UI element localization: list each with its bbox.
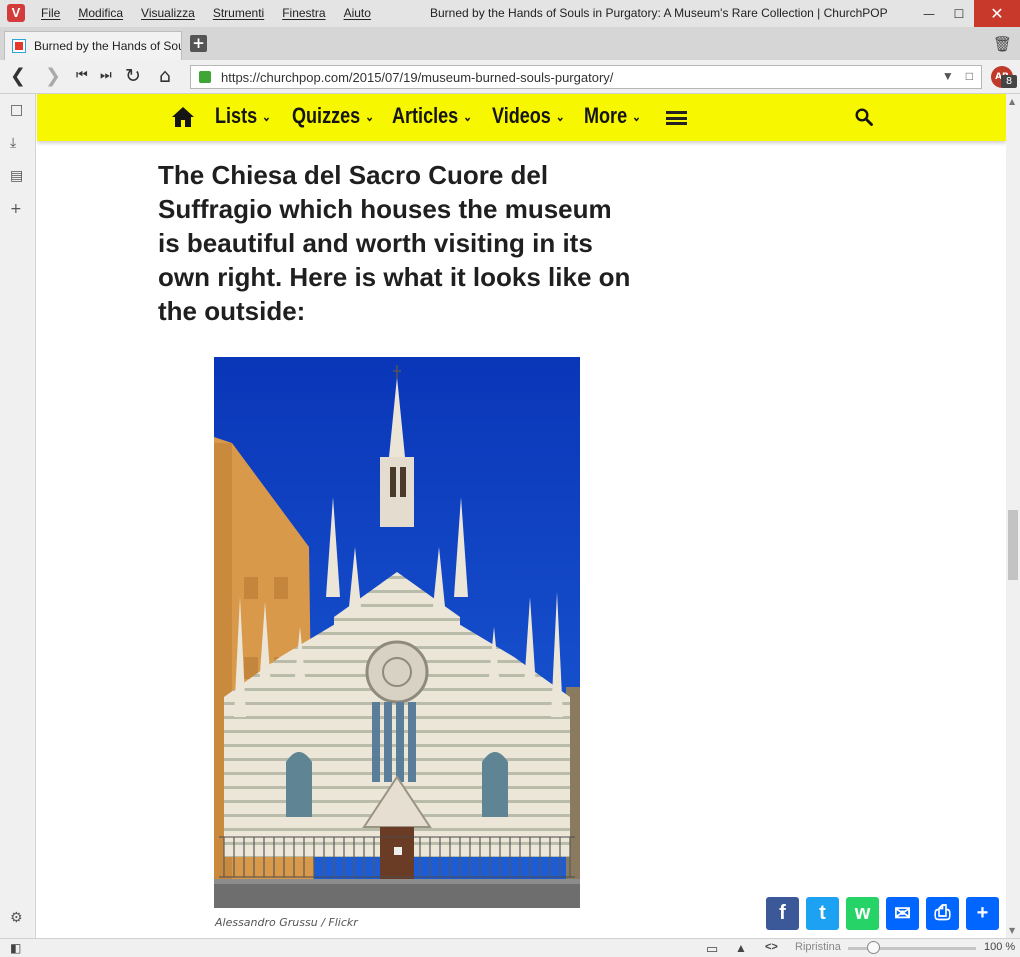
- scroll-down-icon[interactable]: ▼: [1009, 926, 1015, 935]
- facebook-share-button[interactable]: f: [766, 897, 799, 930]
- minimize-button[interactable]: —: [914, 0, 944, 27]
- extension-count-badge: 8: [1001, 75, 1017, 88]
- chevron-down-icon: ⌄: [262, 109, 271, 125]
- tab-bar: Burned by the Hands of Sou + 🗑: [0, 27, 1020, 60]
- notes-icon[interactable]: ▤: [10, 168, 23, 184]
- window-title-bar: V File Modifica Visualizza Strumenti Fin…: [0, 0, 1020, 27]
- nav-quizzes-label: Quizzes: [292, 103, 361, 128]
- menu-strumenti[interactable]: Strumenti: [213, 6, 264, 20]
- more-share-button[interactable]: +: [966, 897, 999, 930]
- nav-more[interactable]: More ⌄: [584, 103, 641, 129]
- twitter-share-button[interactable]: t: [806, 897, 839, 930]
- home-icon[interactable]: [171, 105, 195, 129]
- address-actions: ▼ □: [942, 69, 973, 83]
- vertical-scrollbar[interactable]: ▲ ▼: [1006, 94, 1020, 938]
- hamburger-menu-icon[interactable]: [666, 111, 687, 125]
- chevron-down-icon: ⌄: [365, 109, 375, 125]
- page-actions-icon[interactable]: <>: [765, 941, 778, 953]
- whatsapp-icon: w: [854, 902, 871, 924]
- window-controls: — ☐ ✕: [914, 0, 1020, 27]
- email-icon: ✉: [894, 903, 911, 925]
- zoom-reset-label[interactable]: Ripristina: [795, 941, 841, 953]
- reload-icon[interactable]: ↻: [125, 65, 141, 87]
- plus-icon: +: [976, 902, 989, 924]
- site-navigation-bar: Lists ⌄ Quizzes ⌄ Articles ⌄ Videos ⌄ More ⌄: [37, 94, 1006, 141]
- chevron-down-icon: ⌄: [463, 109, 473, 125]
- menu-visualizza[interactable]: Visualizza: [141, 6, 195, 20]
- article-subheading: The Chiesa del Sacro Cuore del Suffragio…: [158, 160, 631, 326]
- chevron-down-icon: ⌄: [632, 109, 641, 125]
- downloads-icon[interactable]: ⤓: [10, 135, 16, 151]
- print-share-button[interactable]: ⎙: [926, 897, 959, 930]
- bookmarks-icon[interactable]: □: [10, 102, 23, 118]
- tiling-icon[interactable]: ▭: [706, 941, 718, 957]
- zoom-level: 100 %: [984, 941, 1016, 953]
- menu-file[interactable]: File: [41, 6, 60, 20]
- window-title: Burned by the Hands of Souls in Purgator…: [430, 6, 888, 20]
- image-toggle-icon[interactable]: ▲: [735, 941, 747, 955]
- maximize-button[interactable]: ☐: [944, 0, 974, 27]
- nav-more-label: More: [584, 103, 628, 128]
- print-icon: ⎙: [934, 902, 951, 924]
- chevron-down-icon: ⌄: [555, 109, 565, 125]
- url-text: https://churchpop.com/2015/07/19/museum-…: [221, 69, 614, 85]
- church-facade-photo: [214, 357, 580, 908]
- menu-finestra[interactable]: Finestra: [282, 6, 325, 20]
- menu-aiuto[interactable]: Aiuto: [344, 6, 371, 20]
- zoom-slider-handle[interactable]: [867, 941, 880, 954]
- whatsapp-share-button[interactable]: w: [846, 897, 879, 930]
- back-icon[interactable]: ❮: [10, 65, 26, 87]
- bookmark-icon[interactable]: □: [966, 69, 973, 83]
- close-button[interactable]: ✕: [974, 0, 1020, 27]
- status-bar: ◧ ▭ ▲ <> Ripristina 100 %: [0, 938, 1020, 957]
- scroll-up-icon[interactable]: ▲: [1009, 97, 1015, 106]
- side-panel: □ ⤓ ▤ + ⚙: [0, 94, 36, 938]
- new-tab-button[interactable]: +: [190, 35, 207, 52]
- fast-forward-icon[interactable]: ⏭: [100, 65, 112, 87]
- tab-active[interactable]: Burned by the Hands of Sou: [4, 31, 182, 60]
- trash-icon[interactable]: 🗑: [993, 35, 1012, 53]
- settings-gear-icon[interactable]: ⚙: [10, 910, 23, 926]
- nav-videos-label: Videos: [492, 103, 551, 128]
- lock-icon: [199, 71, 211, 83]
- churchpop-favicon-icon: [12, 39, 26, 53]
- dropdown-icon[interactable]: ▼: [942, 69, 954, 83]
- navigation-bar: ❮ ❯ ⏮ ⏭ ↻ ⌂ https://churchpop.com/2015/0…: [0, 60, 1020, 94]
- nav-lists[interactable]: Lists ⌄: [215, 103, 271, 129]
- home-icon[interactable]: ⌂: [159, 65, 171, 87]
- tab-title: Burned by the Hands of Sou: [34, 39, 182, 53]
- forward-icon[interactable]: ❯: [45, 65, 61, 87]
- nav-articles-label: Articles: [392, 103, 459, 128]
- rewind-icon[interactable]: ⏮: [76, 65, 88, 87]
- nav-articles[interactable]: Articles ⌄: [392, 103, 472, 129]
- email-share-button[interactable]: ✉: [886, 897, 919, 930]
- facebook-icon: f: [779, 902, 786, 924]
- page-viewport: Lists ⌄ Quizzes ⌄ Articles ⌄ Videos ⌄ More ⌄ …: [37, 94, 1006, 938]
- menu-bar: File Modifica Visualizza Strumenti Fines…: [41, 6, 371, 20]
- vivaldi-logo-icon[interactable]: V: [7, 4, 25, 22]
- nav-quizzes[interactable]: Quizzes ⌄: [292, 103, 374, 129]
- nav-videos[interactable]: Videos ⌄: [492, 103, 565, 129]
- photo-credit: Alessandro Grussu / Flickr: [215, 916, 358, 929]
- nav-lists-label: Lists: [215, 103, 258, 128]
- panel-toggle-icon[interactable]: ◧: [10, 941, 21, 955]
- twitter-icon: t: [819, 902, 826, 924]
- add-panel-icon[interactable]: +: [10, 201, 22, 217]
- menu-modifica[interactable]: Modifica: [78, 6, 123, 20]
- search-icon[interactable]: [855, 108, 873, 126]
- address-bar[interactable]: https://churchpop.com/2015/07/19/museum-…: [190, 65, 982, 89]
- scrollbar-thumb[interactable]: [1008, 510, 1018, 580]
